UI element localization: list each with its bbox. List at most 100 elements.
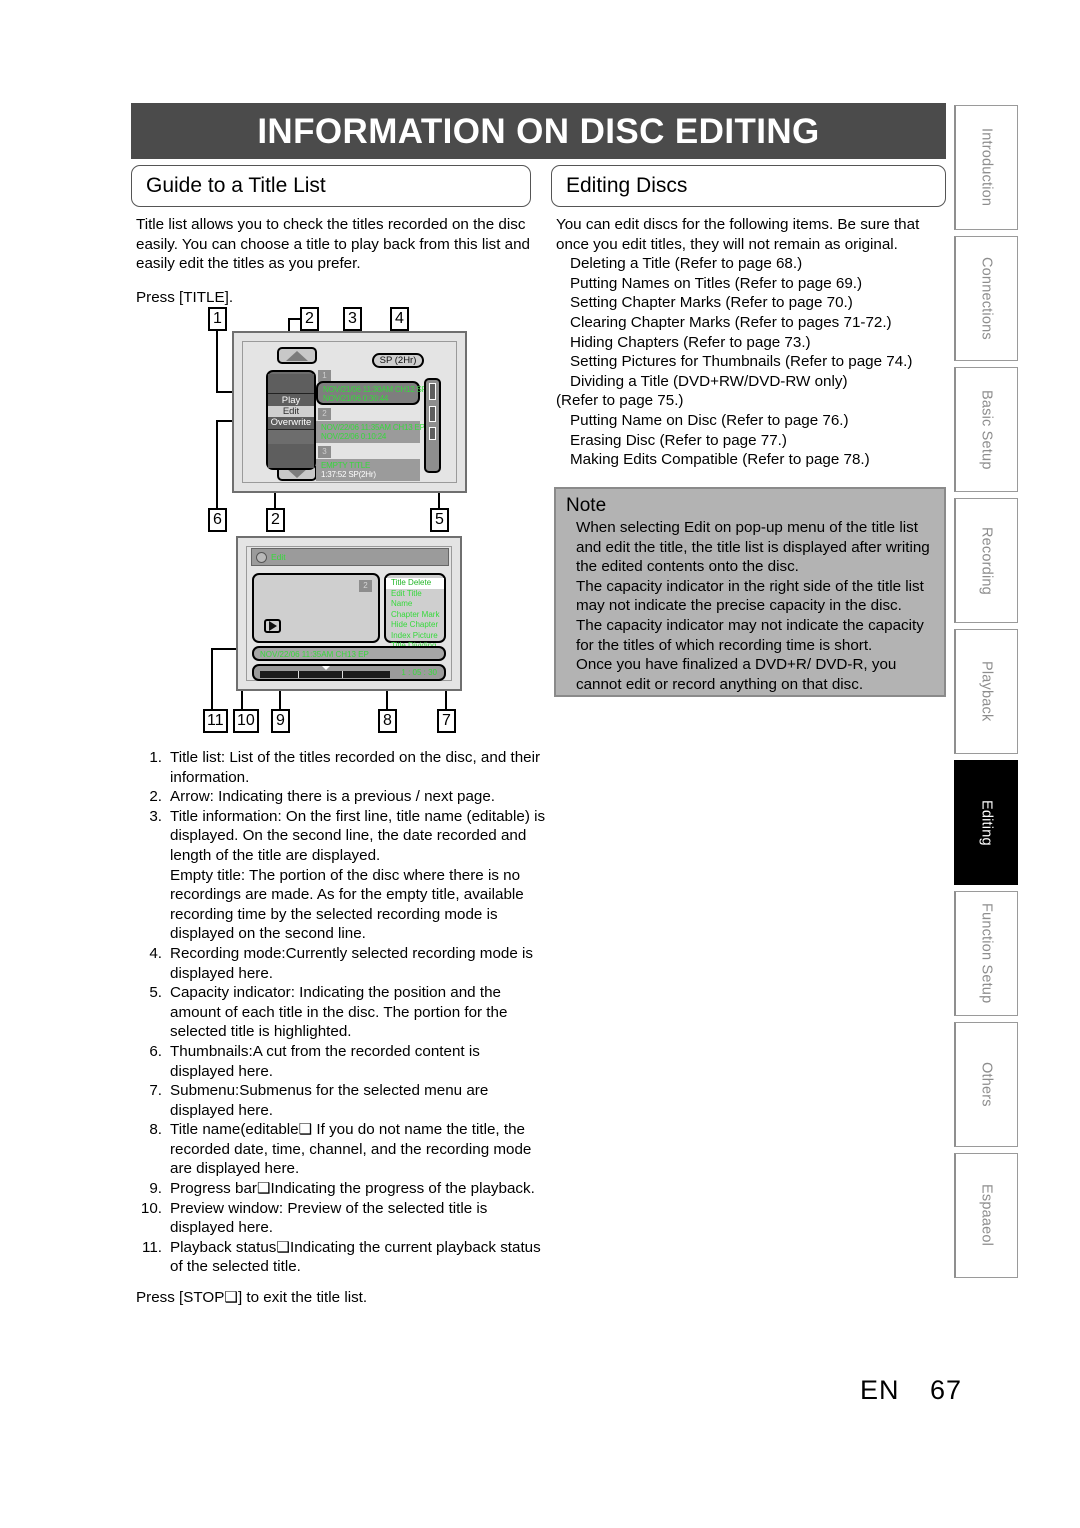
tab-playback[interactable]: Playback (954, 629, 1018, 754)
list-item: 10. Preview window: Preview of the select… (136, 1199, 548, 1238)
callout-6: 6 (208, 508, 227, 532)
list-item-text: Capacity indicator: Indicating the posit… (170, 984, 508, 1041)
leader-line (216, 331, 218, 393)
submenu-item-index-picture[interactable]: Index Picture (386, 631, 444, 642)
callout-7: 7 (437, 709, 456, 733)
scroll-up-button[interactable] (277, 347, 317, 364)
footer-page-number: 67 (930, 1375, 963, 1405)
tv-screen-edit: Edit 2 Title Delete Edit Title Name Chap… (236, 536, 462, 691)
list-item-text: Progress bar❑Indicating the progress of … (170, 1180, 535, 1198)
list-item: 2. Arrow: Indicating there is a previous … (136, 787, 548, 807)
list-item-number: 4. (149, 944, 162, 962)
title-row-line2: NOV/22/06 0:10:24 (321, 432, 387, 441)
list-item: 4. Recording mode:Currently selected reco… (136, 944, 548, 983)
popup-menu-item-overwrite[interactable]: Overwrite (268, 417, 314, 428)
callout-10: 10 (233, 709, 259, 733)
numbered-description-list: 1. Title list: List of the titles recorde… (136, 748, 548, 1277)
list-item: 3. Title information: On the first line, … (136, 807, 548, 866)
title-index: 2 (318, 408, 331, 420)
title-index: 3 (318, 446, 331, 458)
note-box: Note When selecting Edit on pop-up menu … (554, 487, 946, 697)
callout-5: 5 (430, 508, 449, 532)
tab-label: Introduction (978, 128, 995, 207)
footer-language: EN (860, 1375, 900, 1405)
callout-11: 11 (203, 709, 228, 733)
list-item-text: Thumbnails:A cut from the recorded conte… (170, 1042, 480, 1080)
tab-function-setup[interactable]: Function Setup (954, 891, 1018, 1016)
capacity-indicator (424, 378, 441, 473)
title-row-line1: EMPTY TITLE (321, 461, 371, 470)
press-title-instruction: Press [TITLE]. (136, 288, 234, 306)
press-stop-instruction: Press [STOP❑] to exit the title list. (136, 1289, 368, 1306)
tab-editing[interactable]: Editing (954, 760, 1018, 885)
title-row-empty[interactable]: EMPTY TITLE 1:37:52 SP(2Hr) (316, 459, 420, 481)
title-name-text: NOV/22/06 11:35AM CH13 EP (260, 650, 369, 659)
note-paragraph: Once you have finalized a DVD+R/ DVD-R, … (576, 656, 897, 693)
tab-others[interactable]: Others (954, 1022, 1018, 1147)
progress-tick (298, 671, 299, 678)
callout-8: 8 (378, 709, 397, 733)
submenu-panel[interactable]: Title Delete Edit Title Name Chapter Mar… (384, 573, 446, 650)
list-item: 7. Submenu:Submenus for the selected menu… (136, 1081, 548, 1120)
tab-label: Function Setup (978, 903, 995, 1004)
list-item-text: Title list: List of the titles recorded … (170, 749, 541, 786)
submenu-item-title-delete[interactable]: Title Delete (386, 578, 444, 589)
right-column: You can edit discs for the following ite… (556, 215, 948, 470)
tab-label: Editing (978, 799, 995, 846)
list-item: (Refer to page 75.) (556, 392, 684, 410)
tab-recording[interactable]: Recording (954, 498, 1018, 623)
tab-label: Others (978, 1062, 995, 1107)
list-item-text: Playback status❑Indicating the current p… (170, 1238, 541, 1276)
tab-espanol[interactable]: Espaaeol (954, 1153, 1018, 1278)
list-item-text: Arrow: Indicating there is a previous / … (170, 788, 496, 806)
page-title: INFORMATION ON DISC EDITING (257, 111, 820, 151)
preview-window: 2 (252, 573, 380, 643)
progress-track (260, 671, 390, 678)
leader-line (211, 648, 213, 709)
title-name-bar[interactable]: NOV/22/06 11:35AM CH13 EP (252, 646, 446, 661)
submenu-item-chapter-mark[interactable]: Chapter Mark (386, 610, 444, 621)
tab-connections[interactable]: Connections (954, 236, 1018, 361)
callout-3: 3 (343, 307, 362, 331)
list-item-text: Submenu:Submenus for the selected menu a… (170, 1082, 489, 1119)
thumbnail-image (268, 444, 314, 468)
list-item: Making Edits Compatible (Refer to page 7… (570, 451, 870, 469)
submenu-item-edit-title-name[interactable]: Edit Title Name (386, 589, 444, 610)
progress-marker-icon (322, 666, 330, 670)
tv-screen-title-list: Play Edit Overwrite SP (2Hr) 1 NOV/21/06… (232, 331, 467, 493)
tab-introduction[interactable]: Introduction (954, 105, 1018, 230)
section-heading-guide-label: Guide to a Title List (146, 174, 326, 197)
list-item-number: 10. (140, 1199, 162, 1217)
popup-menu-item-play[interactable]: Play (268, 395, 314, 406)
list-item: Erasing Disc (Refer to page 77.) (570, 431, 787, 449)
list-item-number: 3. (149, 807, 162, 825)
title-row[interactable]: NOV/22/06 11:35AM CH13 EP NOV/22/06 0:10… (316, 421, 425, 443)
left-column: Title list allows you to check the title… (136, 215, 548, 307)
page-banner: INFORMATION ON DISC EDITING (131, 103, 946, 159)
list-item: Deleting a Title (Refer to page 68.) (570, 255, 803, 273)
list-item-number: 9. (149, 1180, 162, 1198)
title-row-line2: NOV/21/06 0:30:44 (323, 394, 389, 403)
note-paragraph: The capacity indicator may not indicate … (576, 616, 924, 654)
leader-line (216, 420, 218, 508)
arrow-up-icon (286, 350, 308, 361)
note-paragraph: The capacity indicator in the right side… (576, 577, 924, 615)
submenu-item-hide-chapter[interactable]: Hide Chapter (386, 620, 444, 631)
list-item: Dividing a Title (DVD+RW/DVD-RW only) (570, 372, 848, 390)
recording-mode-badge: SP (2Hr) (372, 353, 424, 368)
tab-basic-setup[interactable]: Basic Setup (954, 367, 1018, 492)
elapsed-time: 1 : 05 : 30 (401, 668, 437, 677)
popup-menu[interactable]: Play Edit Overwrite (268, 393, 314, 430)
progress-bar[interactable]: 1 : 05 : 30 (252, 664, 446, 681)
title-row-line1: NOV/21/06 11:30AM CH12 SP (323, 385, 427, 394)
list-item-number: 5. (149, 984, 162, 1002)
manual-page: INFORMATION ON DISC EDITING Guide to a T… (0, 0, 1080, 1528)
list-item: Setting Pictures for Thumbnails (Refer t… (570, 353, 913, 371)
popup-menu-item-edit[interactable]: Edit (268, 406, 314, 417)
list-item-number: 2. (149, 788, 162, 806)
list-item-number: 11. (142, 1238, 162, 1256)
title-row-line1: NOV/22/06 11:35AM CH13 EP (321, 423, 425, 432)
title-row-line2: 1:37:52 SP(2Hr) (321, 470, 376, 479)
list-item: 8. Title name(editable❑ If you do not nam… (136, 1120, 548, 1179)
title-row-selected[interactable]: NOV/21/06 11:30AM CH12 SP NOV/21/06 0:30… (316, 381, 427, 405)
